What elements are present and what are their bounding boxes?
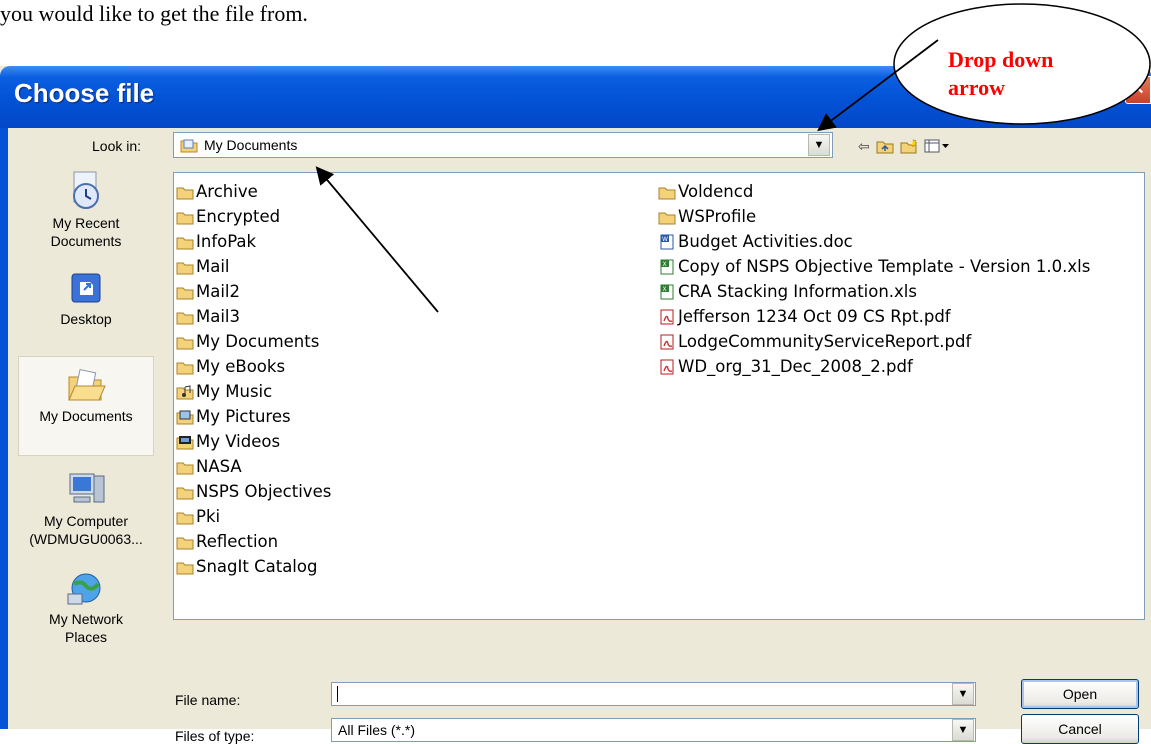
files-of-type-label: Files of type: [175, 728, 255, 744]
annotation-arrows [315, 39, 939, 313]
arrow-to-dropdown [817, 39, 939, 132]
arrow-to-look-in [315, 166, 439, 313]
